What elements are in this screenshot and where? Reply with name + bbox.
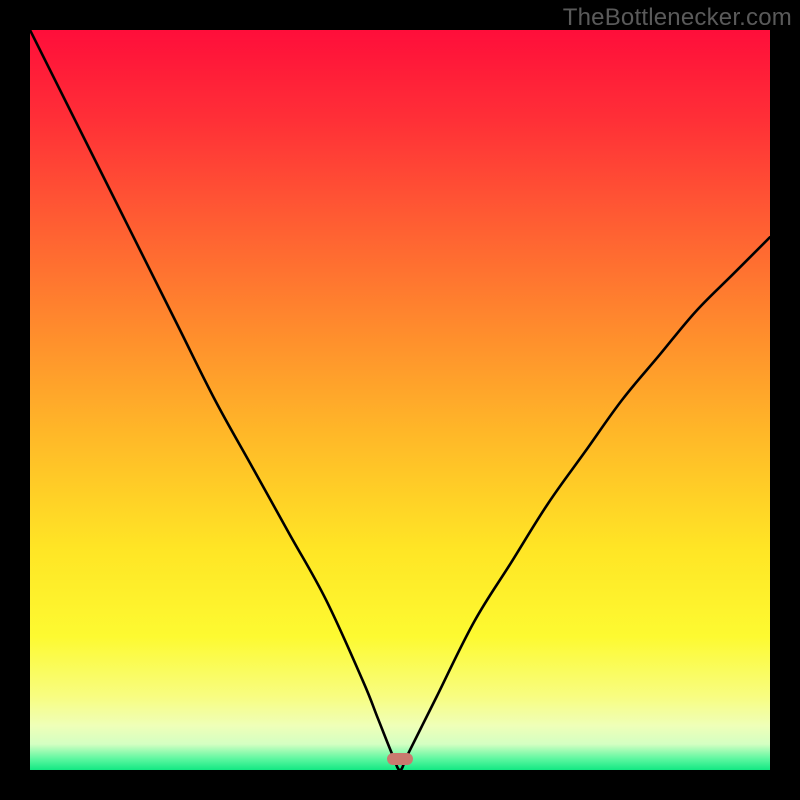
plot-area <box>30 30 770 770</box>
chart-frame: TheBottlenecker.com <box>0 0 800 800</box>
bottleneck-curve <box>30 30 770 770</box>
attribution-text: TheBottlenecker.com <box>563 4 792 32</box>
optimal-marker <box>387 753 413 765</box>
